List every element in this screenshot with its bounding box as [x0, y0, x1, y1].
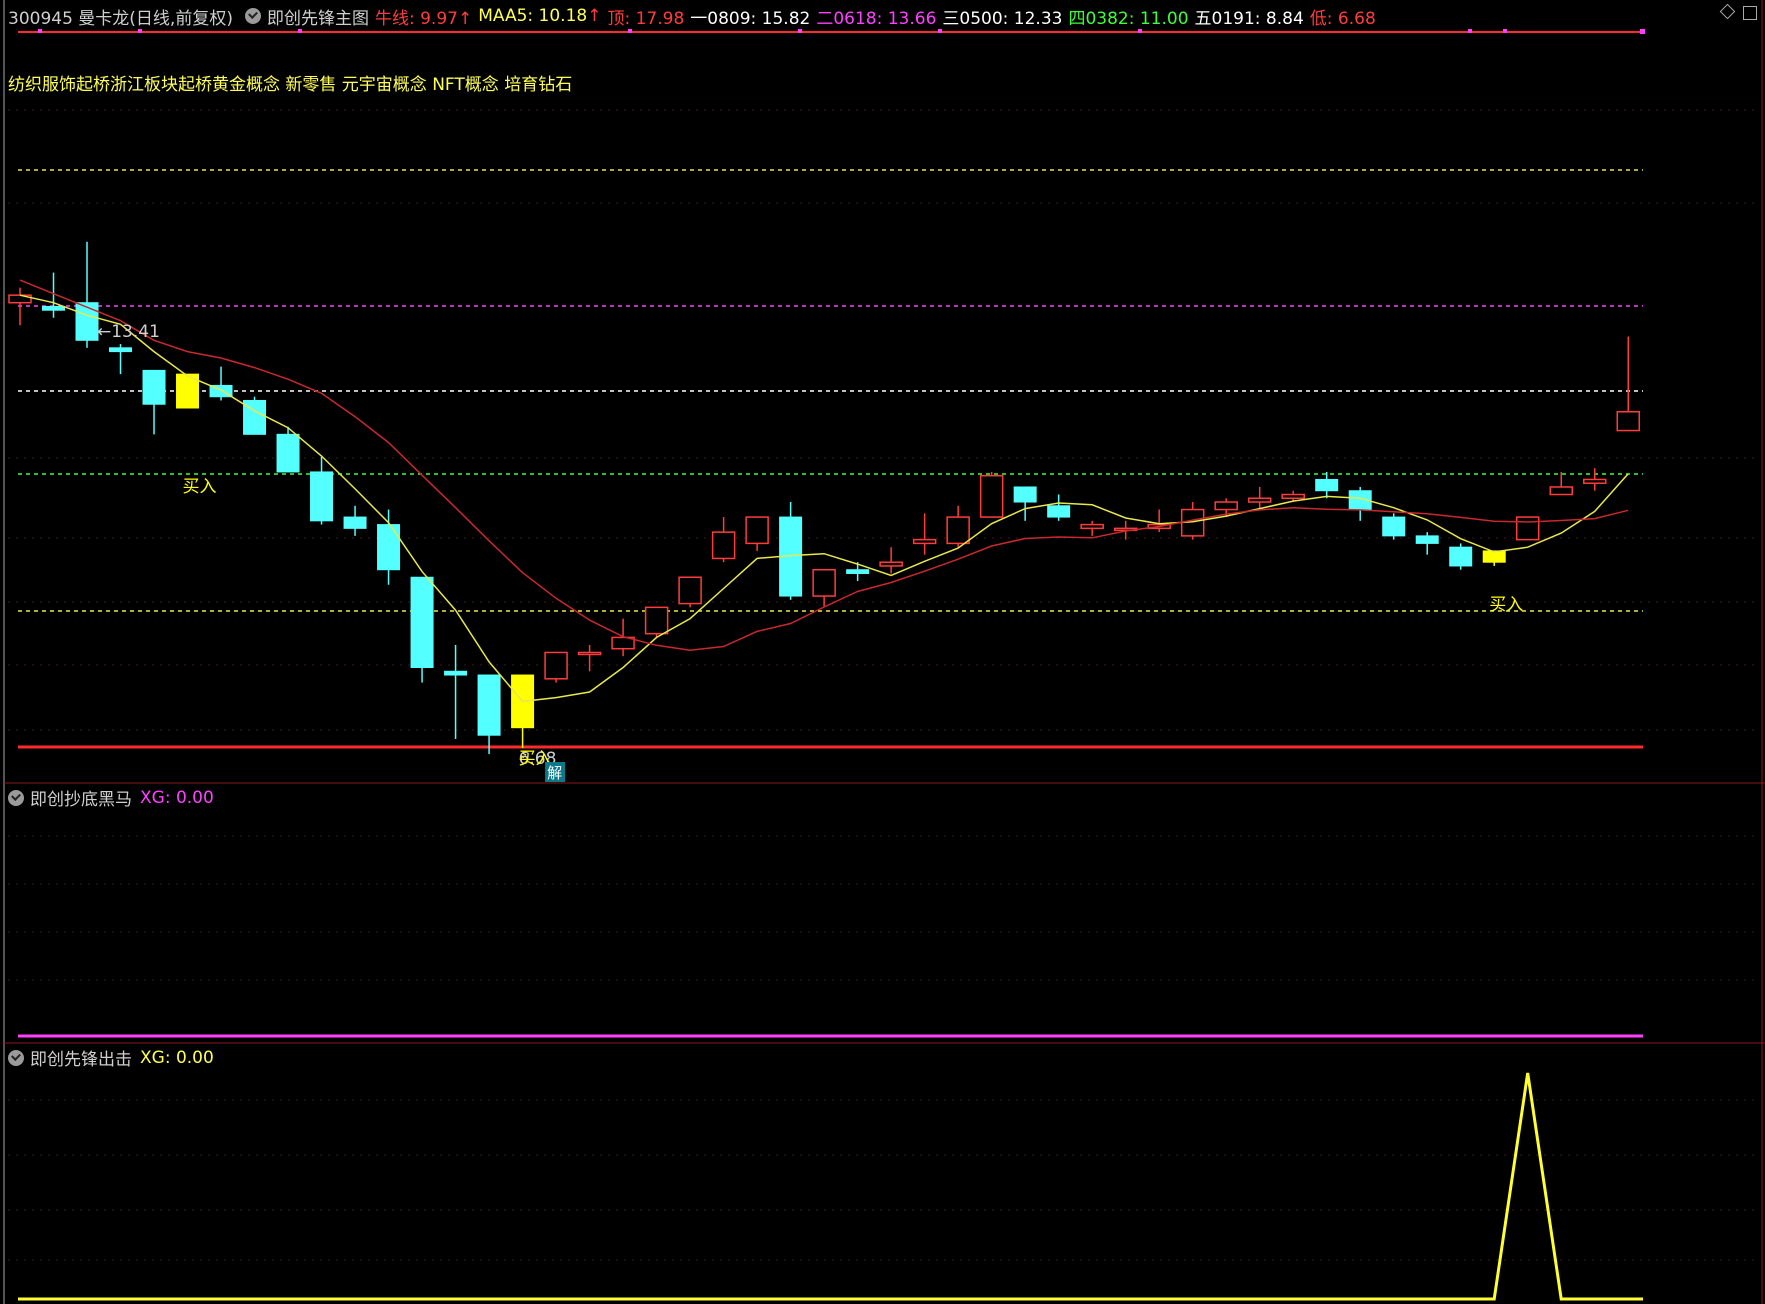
- candle-body: [745, 516, 769, 545]
- panel3-xg: XG: 0.00: [140, 1047, 214, 1068]
- candle-body: [377, 524, 401, 571]
- window-controls: [1719, 3, 1757, 20]
- candle-body: [812, 568, 836, 597]
- top-marker: [1503, 29, 1507, 33]
- candle-body: [477, 674, 501, 736]
- candle-body: [711, 531, 736, 560]
- candle-body: [879, 561, 903, 567]
- ding-value: 顶: 17.98: [607, 8, 685, 29]
- panel2-name[interactable]: 即创抄底黑马: [30, 785, 132, 810]
- candle-body: [1281, 493, 1305, 500]
- candle-body: [577, 651, 602, 656]
- top-marker: [938, 29, 942, 33]
- maximize-icon[interactable]: [1743, 6, 1757, 20]
- candle-body: [1013, 486, 1037, 503]
- panel3-name[interactable]: 即创先锋出击: [30, 1045, 132, 1070]
- main-header: 300945 曼卡龙(日线,前复权) 即创先锋主图 牛线: 9.97↑ MAA5…: [8, 4, 1382, 29]
- candle-body: [1315, 478, 1339, 492]
- candle-body: [1382, 516, 1406, 537]
- candle-body: [1449, 546, 1473, 567]
- chart-window: ←13.41 买入 6.68 买入解买入 300945 曼卡龙(日线,前复权) 即创先…: [0, 0, 1765, 1304]
- top-marker: [1468, 29, 1472, 33]
- candle-body: [644, 606, 669, 635]
- indicator-toggle-icon[interactable]: [244, 8, 261, 24]
- top-marker: [298, 29, 302, 33]
- candle-body: [343, 516, 367, 529]
- maa5-value: MAA5: 10.18↑: [478, 6, 602, 26]
- panel3-signal-line: [18, 1072, 1643, 1301]
- candle-body: [1582, 478, 1607, 484]
- candle-body: [1047, 505, 1071, 518]
- buy-label: 买入: [183, 477, 217, 497]
- top-marker: [1640, 29, 1645, 34]
- candle-body: [946, 516, 970, 545]
- di-value: 低: 6.68: [1309, 8, 1376, 29]
- candle-body: [678, 576, 702, 605]
- candle-body: [1616, 411, 1640, 432]
- stock-title[interactable]: 300945 曼卡龙(日线,前复权): [8, 4, 233, 29]
- candle-body: [444, 670, 468, 676]
- top-marker: [138, 29, 142, 33]
- niuxian-value: 牛线: 9.97↑: [374, 8, 473, 29]
- candle-body: [912, 538, 937, 545]
- panel2-xg: XG: 0.00: [140, 787, 214, 808]
- ma-short-line: [19, 294, 1629, 703]
- panel2-toggle-icon[interactable]: [8, 789, 24, 806]
- panel2-header: 即创抄底黑马 XG: 0.00: [8, 785, 214, 810]
- concept-tags: 纺织服饰起桥浙江板块起桥黄金概念 新零售 元宇宙概念 NFT概念 培育钻石: [8, 75, 573, 95]
- candle-body: [544, 651, 568, 680]
- up-arrow-icon: ↑: [457, 8, 473, 29]
- candle-body: [75, 302, 99, 341]
- candle-body: [1515, 516, 1540, 541]
- candle-body: [310, 471, 334, 522]
- top-marker: [798, 29, 802, 33]
- yi-value: 一0809: 15.82: [690, 8, 811, 29]
- panel3-toggle-icon[interactable]: [8, 1049, 24, 1066]
- candle-body: [1549, 486, 1573, 496]
- candle-body: [979, 474, 1004, 518]
- up-arrow-icon: ↑: [587, 6, 602, 26]
- top-marker: [628, 29, 632, 33]
- candle-body: [410, 576, 434, 669]
- candle-body: [276, 433, 300, 473]
- si-value: 四0382: 11.00: [1068, 8, 1189, 29]
- san-value: 三0500: 12.33: [942, 8, 1063, 29]
- indicator-name[interactable]: 即创先锋主图: [267, 4, 369, 29]
- candle-body: [42, 305, 66, 311]
- high-label: ←13.41: [97, 322, 160, 342]
- jie-label: 解: [547, 764, 562, 782]
- top-marker: [38, 29, 42, 33]
- candle-body: [846, 569, 870, 574]
- panel3-header: 即创先锋出击 XG: 0.00: [8, 1045, 214, 1070]
- chart-canvas[interactable]: ←13.41买入6.68买入解买入: [0, 0, 1765, 1304]
- er-value: 二0618: 13.66: [816, 8, 937, 29]
- candle-body: [1247, 497, 1272, 503]
- candle-body: [109, 347, 133, 353]
- top-marker: [1138, 29, 1142, 33]
- buy-label: 买入: [1489, 595, 1523, 615]
- candle-body: [1214, 501, 1238, 511]
- candle-body: [142, 369, 166, 405]
- wu-value: 五0191: 8.84: [1194, 8, 1304, 29]
- candle-body: [1415, 535, 1439, 544]
- candle-body: [1080, 523, 1104, 530]
- diamond-icon[interactable]: [1719, 3, 1736, 20]
